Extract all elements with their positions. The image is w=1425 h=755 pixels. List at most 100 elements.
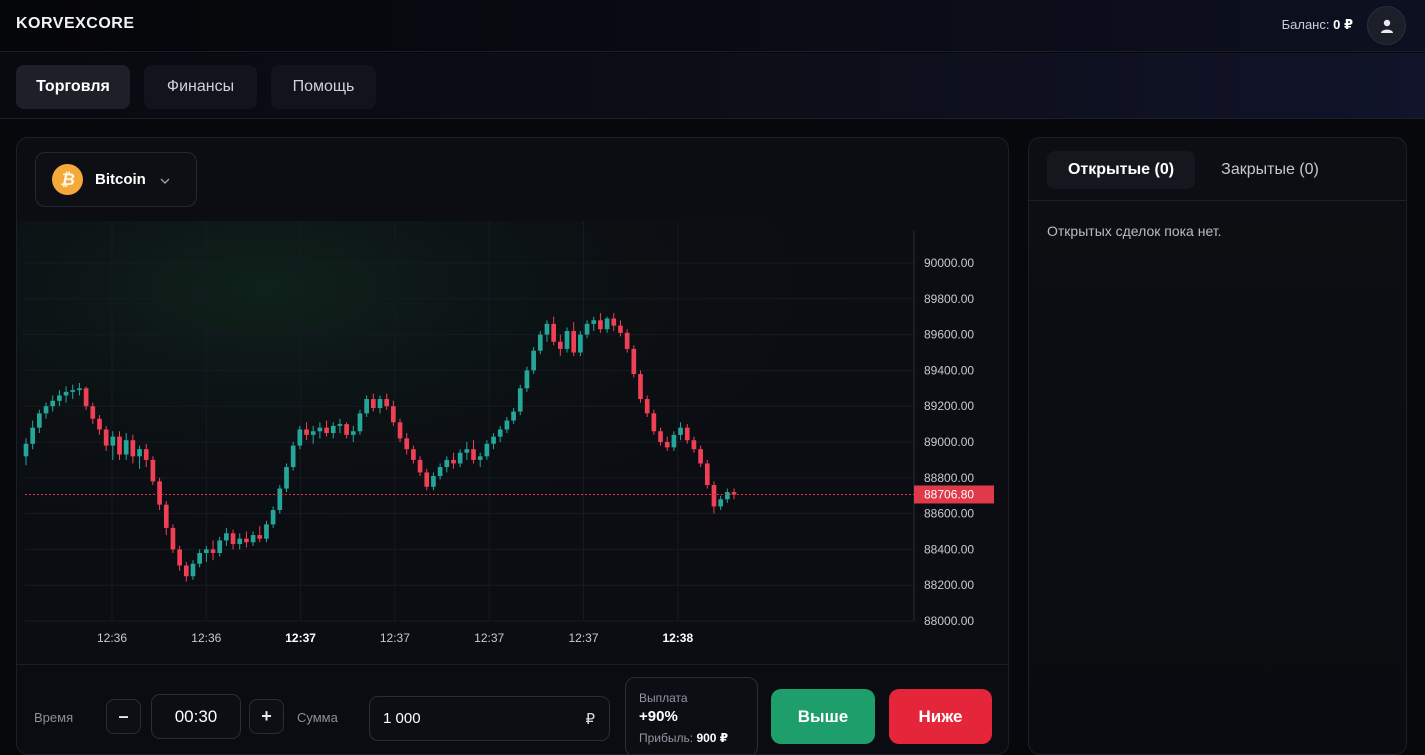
candle-body bbox=[297, 429, 303, 446]
payout-value: +90% bbox=[639, 708, 678, 725]
candle-body bbox=[598, 320, 603, 330]
balance-label: Баланс: bbox=[1281, 17, 1330, 32]
tab-finance[interactable]: Финансы bbox=[144, 65, 257, 109]
x-tick-label: 12:36 bbox=[97, 631, 127, 645]
candle bbox=[357, 409, 363, 435]
candle-body bbox=[337, 424, 343, 426]
logo[interactable]: KORVEXCORE bbox=[16, 15, 135, 33]
profit-value: 900 ₽ bbox=[696, 731, 729, 745]
candle-body bbox=[537, 334, 543, 351]
candle-body bbox=[50, 400, 56, 407]
time-decrease-button[interactable]: – bbox=[106, 699, 141, 734]
candle-body bbox=[417, 459, 423, 473]
candle bbox=[524, 366, 530, 392]
candle-body bbox=[564, 331, 570, 349]
candle bbox=[150, 456, 156, 485]
lower-button[interactable]: Ниже bbox=[889, 689, 992, 744]
time-increase-button[interactable]: + bbox=[249, 699, 284, 734]
candle-body bbox=[344, 424, 349, 435]
candle-body bbox=[471, 449, 476, 460]
deals-tabs: Открытые (0) Закрытые (0) bbox=[1029, 138, 1406, 201]
y-tick-label: 88000.00 bbox=[924, 614, 974, 628]
candle-body bbox=[517, 388, 523, 412]
candle bbox=[517, 384, 523, 416]
candle-body bbox=[130, 440, 136, 457]
candle-body bbox=[324, 427, 329, 434]
payout-box: Выплата +90% Прибыль: 900 ₽ bbox=[625, 677, 758, 754]
candle-body bbox=[364, 399, 369, 414]
time-input[interactable]: 00:30 bbox=[151, 694, 241, 739]
candle-body bbox=[77, 388, 82, 391]
candle-body bbox=[497, 429, 503, 437]
candle-body bbox=[504, 420, 510, 430]
x-tick-label: 12:38 bbox=[662, 631, 693, 645]
candle-body bbox=[97, 418, 102, 430]
candle-body bbox=[83, 388, 89, 407]
tab-open-deals[interactable]: Открытые (0) bbox=[1047, 151, 1195, 189]
candle bbox=[277, 484, 283, 514]
price-chart[interactable]: 90000.00 89800.00 89600.00 89400.00 89200.00… bbox=[17, 221, 1009, 664]
y-tick-label: 88800.00 bbox=[924, 471, 974, 485]
balance-value: 0 ₽ bbox=[1333, 17, 1353, 32]
candle-body bbox=[511, 411, 516, 421]
candle-body bbox=[230, 533, 236, 545]
higher-button[interactable]: Выше bbox=[771, 689, 875, 744]
candle-body bbox=[457, 452, 463, 464]
candle-body bbox=[103, 429, 109, 446]
candle-body bbox=[157, 481, 162, 505]
candle-body bbox=[290, 445, 296, 468]
candle-body bbox=[190, 563, 196, 577]
candle-body bbox=[558, 341, 563, 349]
candle bbox=[531, 347, 536, 374]
candle-body bbox=[310, 431, 316, 435]
candle-body bbox=[698, 449, 703, 464]
candle-body bbox=[477, 456, 483, 460]
tab-help[interactable]: Помощь bbox=[271, 65, 376, 109]
tab-trading[interactable]: Торговля bbox=[16, 65, 130, 109]
asset-selector[interactable]: ₿ Bitcoin bbox=[35, 152, 197, 207]
candle-body bbox=[404, 438, 410, 450]
candle-body bbox=[330, 425, 336, 434]
candle-body bbox=[110, 436, 116, 446]
x-tick-label: 12:37 bbox=[568, 631, 598, 645]
amount-label: Сумма bbox=[297, 710, 338, 725]
candle-body bbox=[611, 318, 617, 326]
candle-body bbox=[30, 427, 36, 444]
candle-body bbox=[37, 413, 42, 428]
candle-body bbox=[277, 488, 283, 511]
candle-body bbox=[63, 391, 69, 396]
candle-body bbox=[451, 459, 456, 464]
candle-body bbox=[244, 538, 249, 543]
amount-input[interactable]: 1 000 ₽ bbox=[369, 696, 610, 741]
candle-body bbox=[357, 413, 363, 432]
amount-value: 1 000 bbox=[383, 710, 421, 727]
top-bar: KORVEXCORE Баланс: 0 ₽ bbox=[0, 0, 1425, 52]
candle-body bbox=[671, 434, 677, 448]
candle bbox=[290, 442, 296, 471]
x-tick-label: 12:37 bbox=[380, 631, 410, 645]
candle-body bbox=[678, 427, 683, 435]
candle-body bbox=[384, 399, 390, 407]
candle-body bbox=[491, 436, 496, 444]
tab-closed-deals[interactable]: Закрытые (0) bbox=[1207, 151, 1333, 189]
candle-body bbox=[43, 406, 49, 414]
candle-body bbox=[718, 499, 723, 507]
candle-body bbox=[638, 373, 643, 400]
candle bbox=[704, 459, 710, 489]
candle-body bbox=[651, 413, 657, 432]
candle-body bbox=[210, 549, 216, 553]
candle-body bbox=[431, 476, 436, 487]
candle-body bbox=[57, 395, 62, 401]
y-tick-label: 88600.00 bbox=[924, 507, 974, 521]
candle-body bbox=[484, 443, 490, 457]
candle-body bbox=[571, 331, 577, 353]
candle-body bbox=[23, 443, 29, 457]
candle-body bbox=[437, 467, 443, 477]
user-profile-button[interactable] bbox=[1367, 6, 1406, 45]
candle-body bbox=[270, 510, 276, 525]
candle-body bbox=[704, 463, 710, 485]
asset-name: Bitcoin bbox=[95, 171, 146, 188]
candle bbox=[170, 524, 176, 553]
candle-body bbox=[711, 484, 717, 507]
deals-panel: Открытые (0) Закрытые (0) Открытых сдело… bbox=[1028, 137, 1407, 755]
